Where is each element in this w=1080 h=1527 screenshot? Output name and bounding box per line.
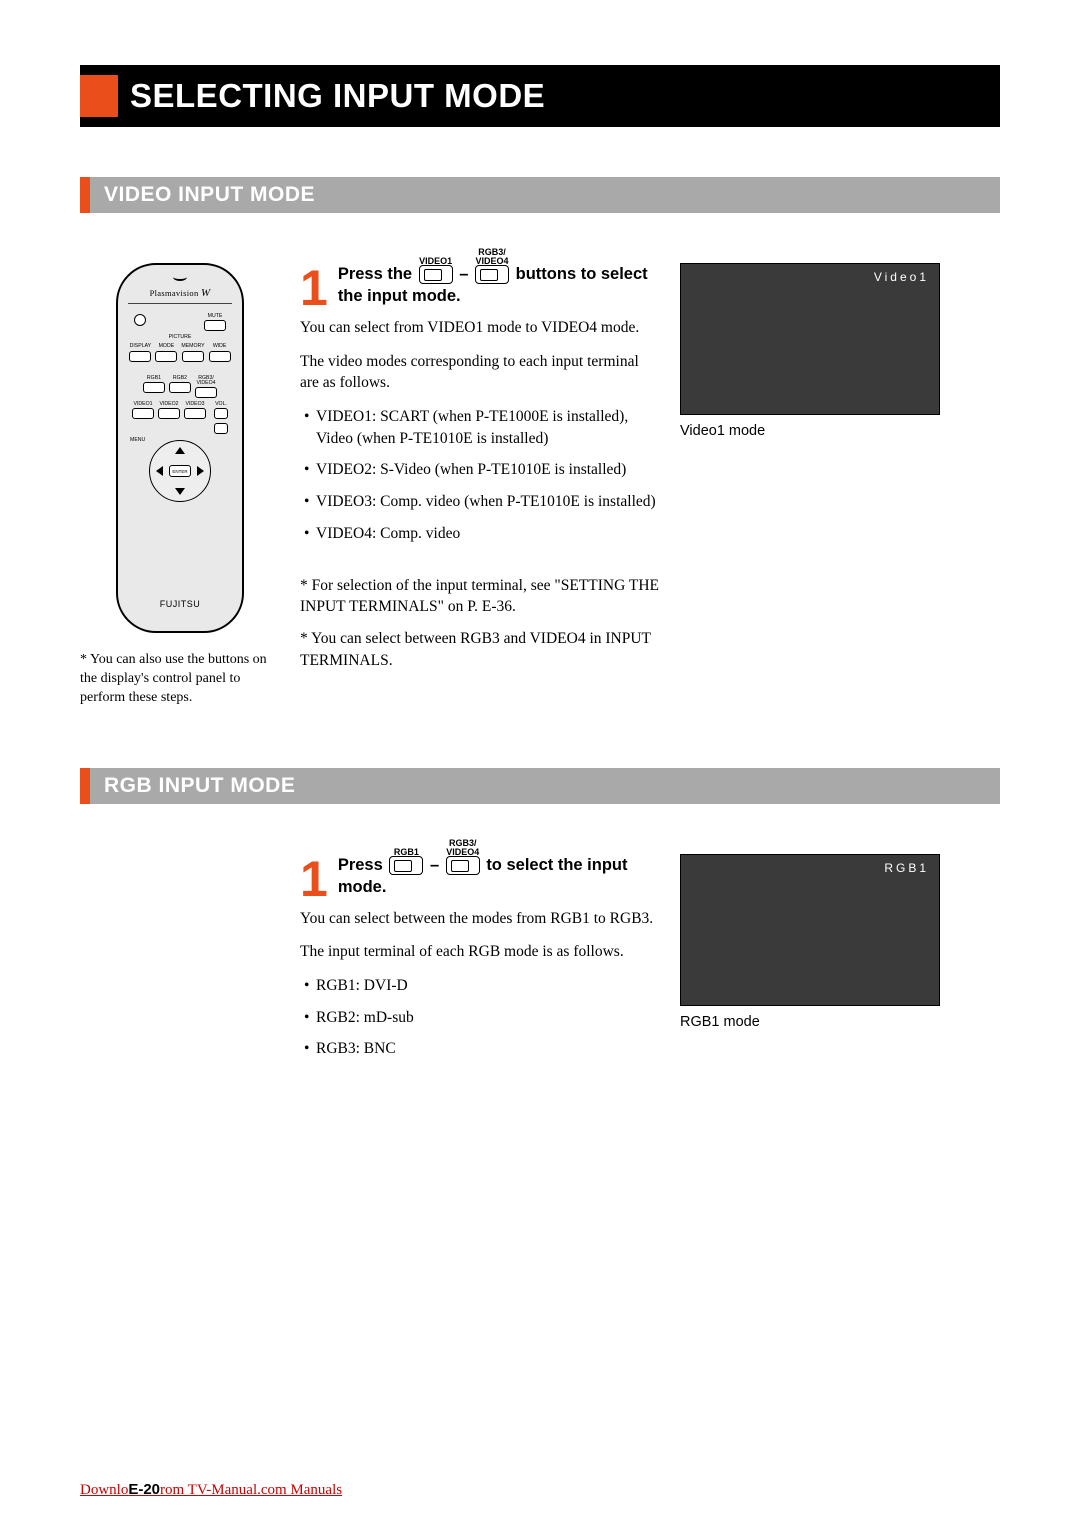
step-heading-rgb: Press RGB1 – RGB3/ VIDEO4 to select the … <box>300 854 660 899</box>
list-item: VIDEO1: SCART (when P-TE1000E is install… <box>304 406 660 449</box>
page-title: SELECTING INPUT MODE <box>130 77 545 115</box>
rgb3-video4-key-icon <box>475 265 509 284</box>
mute-label: MUTE <box>208 314 223 319</box>
remote-brand: Plasmavision W <box>128 285 232 304</box>
screen-preview-video: Video1 <box>680 263 940 415</box>
list-item: VIDEO3: Comp. video (when P-TE1010E is i… <box>304 491 660 513</box>
section-heading-rgb: RGB INPUT MODE <box>80 768 1000 804</box>
step-number: 1 <box>300 263 328 313</box>
video-body-text: You can select from VIDEO1 mode to VIDEO… <box>300 317 660 671</box>
mute-button <box>204 320 226 331</box>
screen-osd-text: Video1 <box>874 270 929 284</box>
step-heading-video: Press the VIDEO1 – RGB3/ VIDEO4 buttons … <box>300 263 660 308</box>
list-item: RGB1: DVI-D <box>304 975 660 997</box>
remote-illustration: Plasmavision W MUTE PICTURE DISPLAY MODE… <box>116 263 244 633</box>
section-heading-rgb-text: RGB INPUT MODE <box>104 774 295 797</box>
power-icon <box>134 314 146 326</box>
section-heading-video: VIDEO INPUT MODE <box>80 177 1000 213</box>
manual-download-link[interactable]: DownloE-20rom TV-Manual.com Manuals <box>80 1482 342 1498</box>
page-footer: DownloE-20rom TV-Manual.com Manuals <box>80 1481 342 1499</box>
rgb1-key-icon <box>389 856 423 875</box>
screen-osd-text: RGB1 <box>884 861 929 875</box>
dpad: ENTER <box>149 440 211 502</box>
page-number: E-20 <box>128 1481 160 1498</box>
list-item: VIDEO2: S-Video (when P-TE1010E is insta… <box>304 459 660 481</box>
remote-maker: FUJITSU <box>118 599 242 609</box>
picture-label: PICTURE <box>169 335 192 340</box>
remote-footnote: * You can also use the buttons on the di… <box>80 651 280 708</box>
footnote: For selection of the input terminal, see… <box>300 575 660 618</box>
rgb-body-text: You can select between the modes from RG… <box>300 908 660 1060</box>
screen-caption: Video1 mode <box>680 423 1000 439</box>
video1-key-icon <box>419 265 453 284</box>
section-heading-video-text: VIDEO INPUT MODE <box>104 183 315 206</box>
page-title-bar: SELECTING INPUT MODE <box>80 65 1000 127</box>
footnote: You can select between RGB3 and VIDEO4 i… <box>300 628 660 671</box>
rgb3-video4-key-icon <box>446 856 480 875</box>
list-item: RGB3: BNC <box>304 1038 660 1060</box>
list-item: RGB2: mD-sub <box>304 1007 660 1029</box>
title-accent-block <box>80 75 118 117</box>
list-item: VIDEO4: Comp. video <box>304 523 660 545</box>
step-number: 1 <box>300 854 328 904</box>
screen-caption: RGB1 mode <box>680 1014 1000 1030</box>
screen-preview-rgb: RGB1 <box>680 854 940 1006</box>
